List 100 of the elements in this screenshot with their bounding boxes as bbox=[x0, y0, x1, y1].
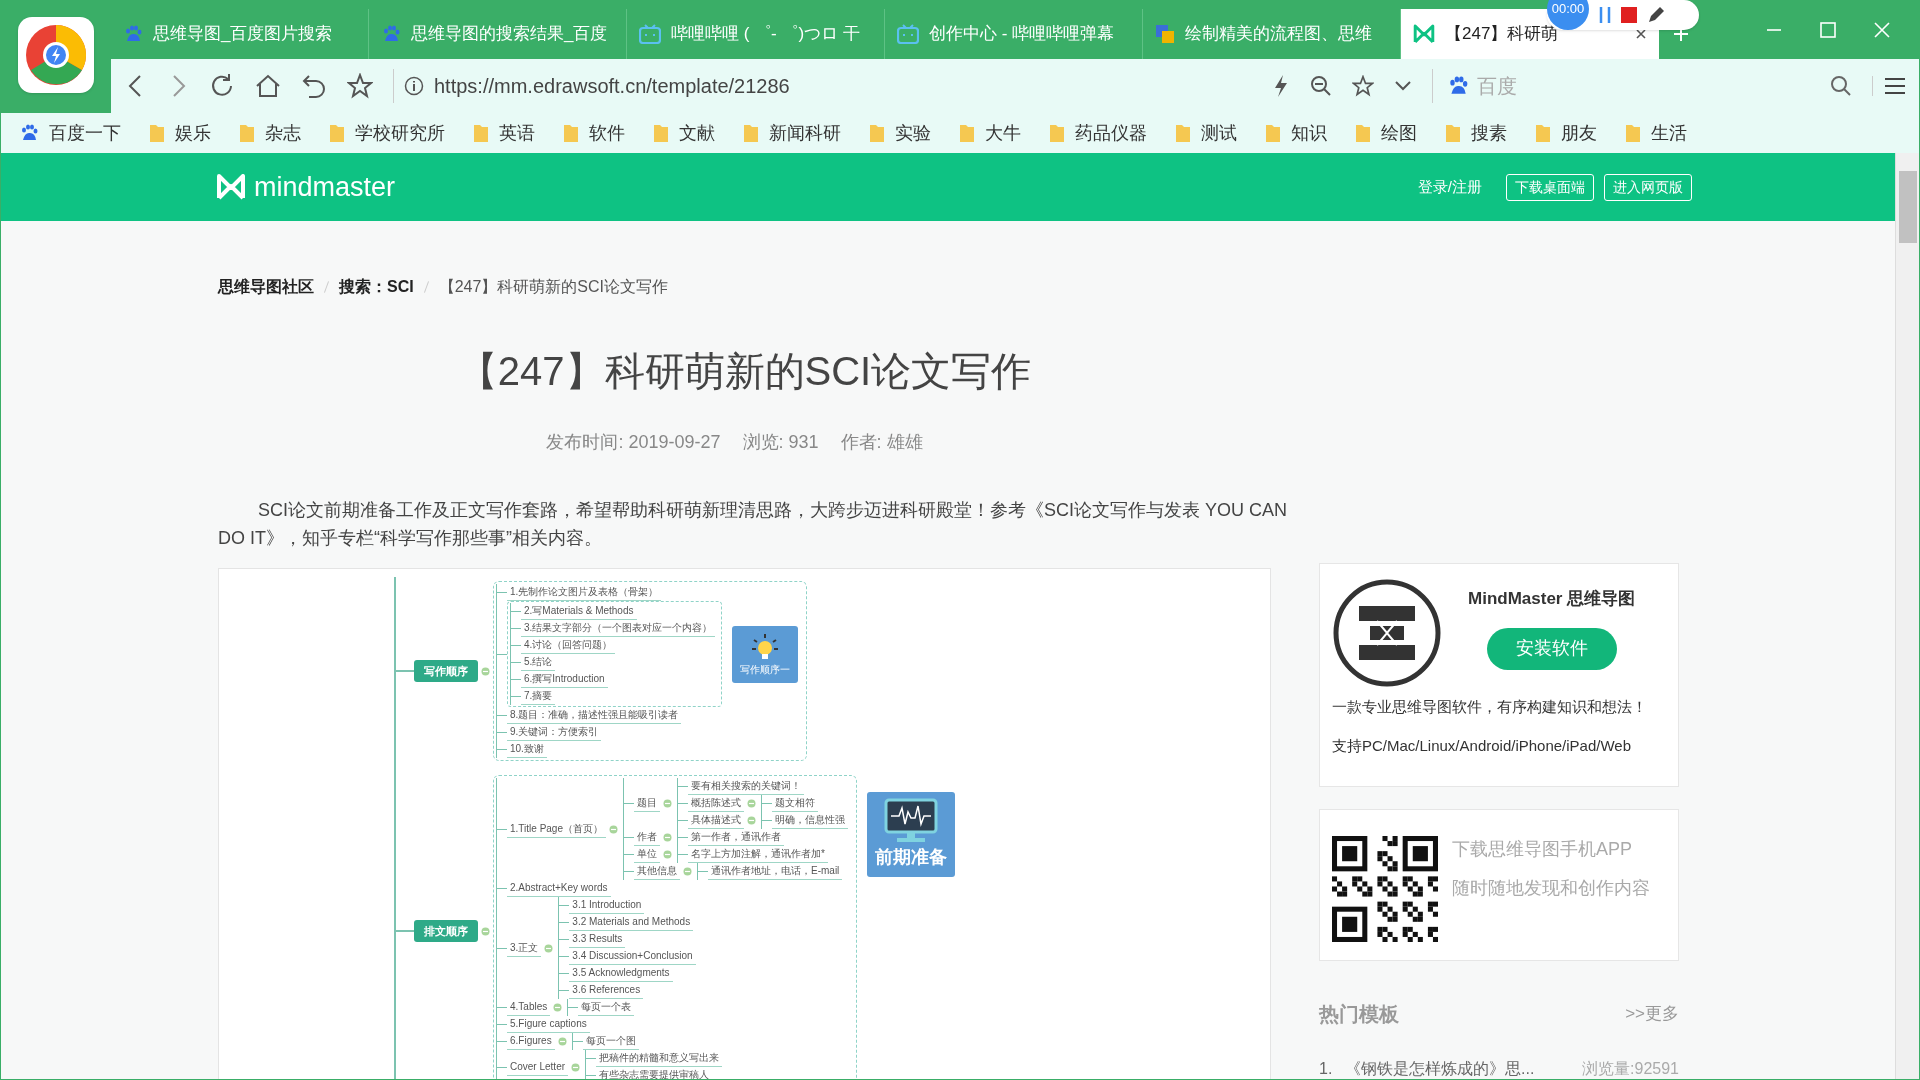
collapse-icon[interactable] bbox=[683, 867, 692, 876]
topic-label: 作者 bbox=[634, 829, 660, 846]
topic-label: 具体描述式 bbox=[688, 812, 744, 829]
zoom-out-icon[interactable] bbox=[1310, 75, 1332, 97]
bookmark-item[interactable]: 大牛 bbox=[959, 119, 1021, 147]
bookmark-item[interactable]: 英语 bbox=[473, 119, 535, 147]
app-promo-text: 下载思维导图手机APP bbox=[1452, 838, 1634, 861]
collapse-icon[interactable] bbox=[663, 833, 672, 842]
collapse-icon[interactable] bbox=[544, 943, 554, 953]
paw-icon bbox=[1447, 75, 1469, 97]
topic-label: 3.3 Results bbox=[569, 931, 626, 948]
folder-icon bbox=[743, 123, 759, 143]
bookmark-item[interactable]: 文献 bbox=[653, 119, 715, 147]
callout-label: 写作顺序一 bbox=[740, 662, 791, 677]
collapse-icon[interactable] bbox=[557, 1037, 567, 1046]
bookmark-item[interactable]: 知识 bbox=[1265, 119, 1327, 147]
topic-label: 其他信息 bbox=[634, 863, 680, 880]
breadcrumb-link[interactable]: 搜索：SCI bbox=[339, 275, 414, 299]
maximize-icon[interactable] bbox=[1819, 21, 1837, 39]
article-meta: 浏览: 931 bbox=[742, 431, 819, 454]
address-bar[interactable]: https://mm.edrawsoft.cn/template/21286 bbox=[393, 69, 1252, 103]
favorite-star-icon[interactable] bbox=[1352, 75, 1374, 97]
bookmark-item[interactable]: 绘图 bbox=[1355, 119, 1417, 147]
folder-icon bbox=[473, 123, 489, 143]
light-bulb-icon bbox=[750, 631, 781, 662]
branch-topic: 排文顺序 bbox=[414, 919, 478, 943]
app-description: 一款专业思维导图软件，有序构建知识和想法！ bbox=[1332, 697, 1648, 717]
topic-label: 3.2 Materials and Methods bbox=[569, 914, 694, 931]
bookmark-item[interactable]: 搜素 bbox=[1445, 119, 1507, 147]
mindmaster-app-logo-icon bbox=[1332, 578, 1442, 688]
home-icon[interactable] bbox=[255, 73, 281, 99]
topic-label: 6.Figures bbox=[507, 1033, 555, 1050]
bookmark-item[interactable]: 杂志 bbox=[239, 119, 301, 147]
bookmark-item[interactable]: 娱乐 bbox=[149, 119, 211, 147]
topic-label: 3.结果文字部分（一个图表对应一个内容） bbox=[521, 620, 716, 637]
reload-icon[interactable] bbox=[209, 73, 235, 99]
topic-label: 明确，信息性强 bbox=[772, 812, 848, 829]
topic-label: 3.6 References bbox=[569, 982, 644, 999]
bookmark-item[interactable]: 学校研究所 bbox=[329, 119, 445, 147]
branch-topic: 写作顺序 bbox=[414, 659, 478, 683]
folder-icon bbox=[869, 123, 885, 143]
collapse-icon[interactable] bbox=[553, 1003, 563, 1012]
search-icon[interactable] bbox=[1830, 75, 1852, 97]
topic-label: 1.先制作论文图片及表格（骨架） bbox=[507, 584, 662, 601]
breadcrumb-link[interactable]: 【247】科研萌新的SCI论文写作 bbox=[438, 275, 669, 299]
close-icon[interactable] bbox=[1635, 28, 1647, 40]
bookmark-item[interactable]: 朋友 bbox=[1535, 119, 1597, 147]
collapse-icon[interactable] bbox=[747, 799, 756, 808]
folder-icon bbox=[563, 123, 579, 143]
collapse-icon[interactable] bbox=[481, 926, 490, 936]
topic-label: 要有相关搜索的关键词！ bbox=[688, 778, 804, 795]
mindmaster-logo-icon bbox=[216, 174, 246, 200]
topic-label: 3.1 Introduction bbox=[569, 897, 645, 914]
collapse-icon[interactable] bbox=[481, 666, 490, 676]
browser-logo-icon[interactable] bbox=[18, 17, 94, 93]
topic-label: 概括陈述式 bbox=[688, 795, 744, 812]
paw-icon bbox=[381, 24, 401, 44]
collapse-icon[interactable] bbox=[663, 850, 672, 859]
bookmark-item[interactable]: 药品仪器 bbox=[1049, 119, 1147, 147]
undo-icon[interactable] bbox=[301, 73, 327, 99]
scrollbar[interactable] bbox=[1895, 153, 1919, 1079]
collapse-icon[interactable] bbox=[609, 824, 618, 834]
view-count: 浏览量:92591 bbox=[1582, 1059, 1679, 1079]
squares-icon bbox=[1155, 24, 1175, 44]
bookmark-item[interactable]: 实验 bbox=[869, 119, 931, 147]
paw-icon bbox=[123, 24, 143, 44]
pause-icon[interactable] bbox=[1599, 6, 1611, 24]
bookmark-star-icon[interactable] bbox=[347, 73, 373, 99]
scrollbar-thumb[interactable] bbox=[1898, 171, 1917, 243]
search-field[interactable]: 百度 bbox=[1477, 71, 1822, 101]
template-link[interactable]: 《钢铁是怎样炼成的》思... bbox=[1345, 1057, 1583, 1079]
menu-icon[interactable] bbox=[1872, 76, 1907, 96]
topic-label: 4.讨论（回答问题） bbox=[521, 637, 616, 654]
info-icon[interactable] bbox=[404, 76, 424, 96]
topic-label: 把稿件的精髓和意义写出来 bbox=[596, 1050, 723, 1067]
topic-label: 每页一个图 bbox=[582, 1033, 639, 1050]
folder-icon bbox=[1535, 123, 1551, 143]
folder-icon bbox=[1445, 123, 1461, 143]
article-title: 【247】科研萌新的SCI论文写作 bbox=[456, 348, 1033, 395]
topic-label: 题文相符 bbox=[772, 795, 818, 812]
collapse-icon[interactable] bbox=[747, 816, 756, 825]
topic-label: 每页一个表 bbox=[578, 999, 635, 1016]
chevron-down-icon[interactable] bbox=[1394, 80, 1412, 92]
topic-label: 8.题目：准确，描述性强且能吸引读者 bbox=[507, 707, 682, 724]
pencil-icon[interactable] bbox=[1647, 6, 1665, 24]
folder-icon bbox=[1355, 123, 1371, 143]
collapse-icon[interactable] bbox=[571, 1062, 581, 1072]
topic-label: 题目 bbox=[634, 795, 660, 812]
lightning-icon[interactable] bbox=[1272, 74, 1290, 98]
bookmark-item[interactable]: 新闻科研 bbox=[743, 119, 841, 147]
article-intro: SCI论文前期准备工作及正文写作套路，希望帮助科研萌新理清思路，大跨步迈进科研殿堂！参考《SCI论文写作与发表 YOU CAN DO IT》，知乎专栏“科学写作那些事”相关内容。 bbox=[218, 499, 1288, 550]
monitor-icon bbox=[883, 797, 939, 844]
topic-label: 10.致谢 bbox=[507, 741, 547, 758]
topic-label: Cover Letter bbox=[507, 1058, 569, 1076]
breadcrumb-link[interactable]: 思维导图社区 bbox=[218, 275, 314, 299]
bookmark-item[interactable]: 生活 bbox=[1625, 119, 1687, 147]
bookmark-item[interactable]: 百度一下 bbox=[19, 119, 121, 147]
bookmark-item[interactable]: 软件 bbox=[563, 119, 625, 147]
bookmark-item[interactable]: 测试 bbox=[1175, 119, 1237, 147]
collapse-icon[interactable] bbox=[663, 799, 672, 808]
